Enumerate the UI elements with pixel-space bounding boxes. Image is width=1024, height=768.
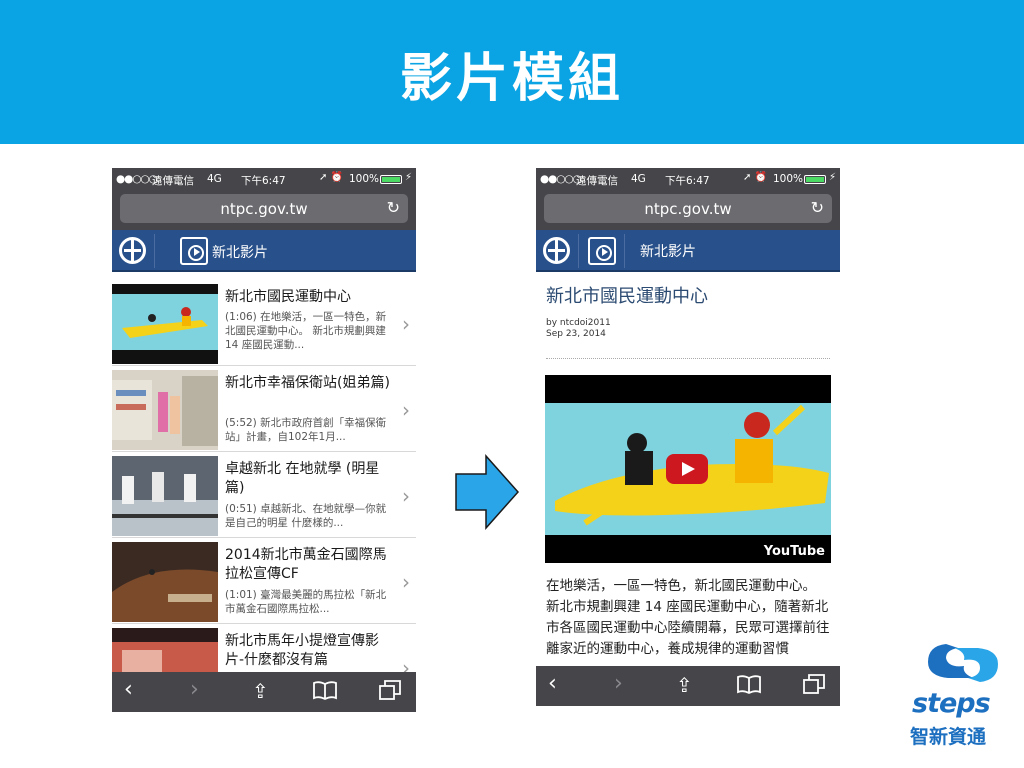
video-description: (1:01) 臺灣最美麗的馬拉松「新北市萬金石國際馬拉松... (225, 589, 387, 615)
video-detail: 新北市國民運動中心 by ntcdoi2011 Sep 23, 2014 You… (536, 272, 840, 666)
site-header: 新北影片 (536, 230, 840, 272)
phone-screenshot-video-detail: ●●○○○ 遠傳電信 4G 下午6:47 ➚ ⏰ 100% ⚡ ntpc.gov… (536, 168, 840, 708)
tabs-icon[interactable] (378, 679, 402, 706)
video-title: 新北市幸福保衛站(姐弟篇) (225, 375, 390, 391)
browser-toolbar: ‹ › ⇪ (536, 666, 840, 706)
status-bar: ●●○○○ 遠傳電信 4G 下午6:47 ➚ ⏰ 100% ⚡ (112, 168, 416, 190)
video-play-icon (588, 237, 616, 265)
signal-icon: ●●○○○ (540, 173, 582, 185)
battery-icon (380, 175, 402, 184)
video-title: 新北市馬年小提燈宣傳影片-什麼都沒有篇 (225, 633, 379, 668)
url-text: ntpc.gov.tw (220, 200, 308, 218)
steps-subtitle: 智新資通 (910, 726, 987, 748)
location-alarm-icon: ➚ ⏰ (743, 172, 768, 183)
browser-toolbar: ‹ › ⇪ (112, 672, 416, 712)
carrier-label: 遠傳電信 (152, 175, 194, 187)
video-player[interactable]: YouTube (545, 375, 831, 563)
slide-title: 影片模組 (399, 49, 624, 109)
chevron-right-icon: › (402, 398, 410, 422)
address-bar[interactable]: ntpc.gov.tw ↻ (120, 194, 408, 223)
video-thumbnail (112, 370, 218, 450)
url-text: ntpc.gov.tw (644, 200, 732, 218)
network-label: 4G (631, 173, 646, 185)
video-description: 在地樂活，一區一特色，新北國民運動中心。 新北市規劃興建 14 座國民運動中心，… (546, 578, 830, 657)
network-label: 4G (207, 173, 222, 185)
battery-percent: 100% (773, 173, 804, 185)
charging-icon: ⚡ (405, 172, 413, 183)
share-icon[interactable]: ⇪ (252, 679, 269, 703)
list-item[interactable]: 新北市國民運動中心 (1:06) 在地樂活，一區一特色，新北國民運動中心。 新北… (112, 280, 416, 366)
chevron-right-icon: › (402, 484, 410, 508)
share-icon[interactable]: ⇪ (676, 673, 693, 697)
title-banner: 影片模組 (0, 0, 1024, 144)
location-alarm-icon: ➚ ⏰ (319, 172, 344, 183)
battery-icon (804, 175, 826, 184)
video-list: 新北市國民運動中心 (1:06) 在地樂活，一區一特色，新北國民運動中心。 新北… (112, 280, 416, 672)
tabs-icon[interactable] (802, 673, 826, 700)
steps-emblem-icon (928, 644, 998, 682)
chevron-right-icon: › (402, 312, 410, 336)
video-title: 2014新北市萬金石國際馬拉松宣傳CF (225, 547, 387, 582)
back-icon[interactable]: ‹ (548, 671, 557, 696)
site-header: 新北影片 (112, 230, 416, 272)
video-thumbnail (112, 542, 218, 622)
chevron-right-icon: › (402, 656, 410, 672)
status-time: 下午6:47 (241, 175, 286, 187)
video-author: by ntcdoi2011 (546, 318, 611, 328)
ntpc-logo-icon[interactable] (119, 237, 146, 264)
youtube-logo[interactable]: YouTube (764, 544, 825, 559)
video-frame (545, 403, 831, 535)
video-description: (5:52) 新北市政府首創「幸福保衛站」計畫，自102年1月... (225, 417, 387, 443)
ntpc-logo-icon[interactable] (543, 237, 570, 264)
back-icon[interactable]: ‹ (124, 677, 133, 702)
browser-address-area: ntpc.gov.tw ↻ (112, 190, 416, 230)
forward-icon[interactable]: › (614, 671, 623, 696)
list-item[interactable]: 新北市幸福保衛站(姐弟篇) (5:52) 新北市政府首創「幸福保衛站」計畫，自1… (112, 366, 416, 452)
reload-icon[interactable]: ↻ (811, 198, 824, 217)
bookmarks-icon[interactable] (736, 673, 762, 700)
list-item[interactable]: 卓越新北 在地就學 (明星篇) (0:51) 卓越新北、在地就學—你就是自己的明… (112, 452, 416, 538)
forward-icon[interactable]: › (190, 677, 199, 702)
video-title: 新北市國民運動中心 (225, 289, 351, 305)
play-button[interactable] (666, 454, 708, 484)
video-description: (0:51) 卓越新北、在地就學—你就是自己的明星 什麼樣的... (225, 503, 387, 529)
site-title: 新北影片 (640, 244, 696, 260)
address-bar[interactable]: ntpc.gov.tw ↻ (544, 194, 832, 223)
browser-address-area: ntpc.gov.tw ↻ (536, 190, 840, 230)
list-item[interactable]: 2014新北市萬金石國際馬拉松宣傳CF (1:01) 臺灣最美麗的馬拉松「新北市… (112, 538, 416, 624)
site-title: 新北影片 (212, 245, 268, 261)
video-thumbnail (112, 456, 218, 536)
status-bar: ●●○○○ 遠傳電信 4G 下午6:47 ➚ ⏰ 100% ⚡ (536, 168, 840, 190)
reload-icon[interactable]: ↻ (387, 198, 400, 217)
header-divider (578, 234, 579, 268)
header-divider (624, 234, 625, 268)
header-divider (154, 234, 155, 268)
arrow-right-icon (455, 454, 520, 530)
video-description: (1:06) 在地樂活，一區一特色，新北國民運動中心。 新北市規劃興建 14 座… (225, 311, 387, 351)
video-thumbnail (112, 284, 218, 364)
video-thumbnail (112, 628, 218, 672)
steps-logo: steps 智新資通 (908, 638, 1012, 750)
status-time: 下午6:47 (665, 175, 710, 187)
chevron-right-icon: › (402, 570, 410, 594)
steps-wordmark: steps (912, 688, 991, 719)
charging-icon: ⚡ (829, 172, 837, 183)
divider (546, 358, 830, 359)
video-play-icon (180, 237, 208, 265)
phone-screenshot-video-list: ●●○○○ 遠傳電信 4G 下午6:47 ➚ ⏰ 100% ⚡ ntpc.gov… (112, 168, 416, 712)
signal-icon: ●●○○○ (116, 173, 158, 185)
bookmarks-icon[interactable] (312, 679, 338, 706)
video-title: 卓越新北 在地就學 (明星篇) (225, 461, 380, 496)
list-item[interactable]: 新北市馬年小提燈宣傳影片-什麼都沒有篇 › (112, 624, 416, 672)
video-date: Sep 23, 2014 (546, 329, 606, 339)
video-title: 新北市國民運動中心 (546, 286, 708, 307)
battery-percent: 100% (349, 173, 380, 185)
carrier-label: 遠傳電信 (576, 175, 618, 187)
